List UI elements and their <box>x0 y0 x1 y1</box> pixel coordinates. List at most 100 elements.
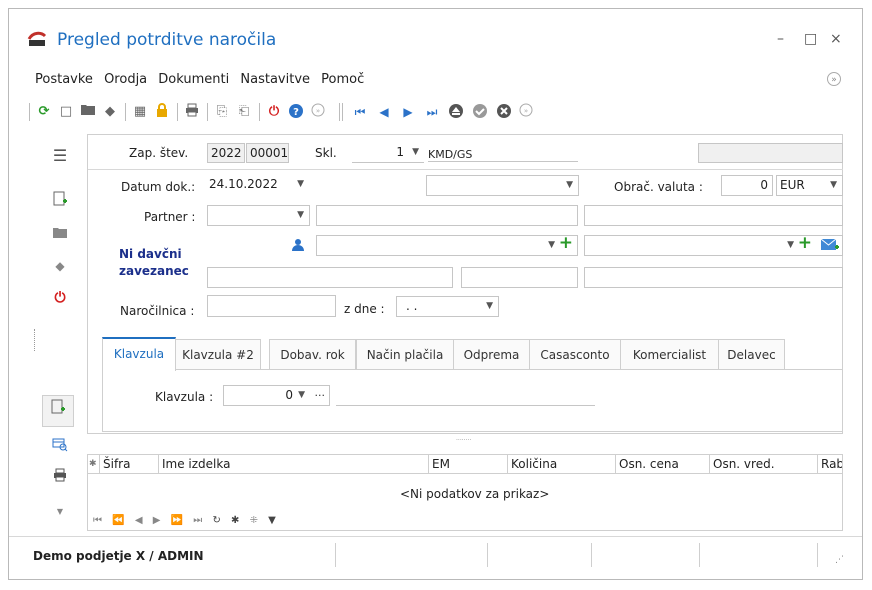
tax-status-label: Ni davčni zavezanec <box>119 246 189 280</box>
menu-pomoc[interactable]: Pomoč <box>321 72 364 87</box>
calculator-icon[interactable]: ▦ <box>131 103 149 121</box>
menu-nastavitve[interactable]: Nastavitve <box>240 72 310 87</box>
nav-append-icon[interactable]: ⁜ <box>250 515 258 526</box>
nav-refresh-icon[interactable]: ↻ <box>212 515 220 526</box>
hamburger-menu-icon[interactable]: ☰ <box>49 145 71 167</box>
currency-value: EUR <box>780 178 805 192</box>
minimize-button[interactable]: – <box>777 31 784 47</box>
chevron-down-icon: ▼ <box>548 240 555 250</box>
paste-icon[interactable]: ⎗ <box>235 103 253 121</box>
nav-prev-page-icon[interactable]: ⏪ <box>112 515 124 526</box>
cancel-icon[interactable] <box>495 103 513 121</box>
add-icon[interactable]: + <box>798 236 812 253</box>
col-osn-cena[interactable]: Osn. cena <box>616 455 710 474</box>
copy-icon[interactable]: ⎘ <box>213 103 231 121</box>
col-rab[interactable]: Rab <box>818 455 842 474</box>
menu-dokumenti[interactable]: Dokumenti <box>158 72 229 87</box>
nav-first-icon[interactable]: ⏮ <box>93 515 102 526</box>
tab-delavec[interactable]: Delavec <box>718 339 785 370</box>
erase-icon[interactable]: ◆ <box>49 255 71 277</box>
address-field[interactable] <box>207 267 453 288</box>
tab-komercialist[interactable]: Komercialist <box>620 339 719 370</box>
svg-text:»: » <box>524 107 528 115</box>
col-osn-vred[interactable]: Osn. vred. <box>710 455 818 474</box>
col-ime-izdelka[interactable]: Ime izdelka <box>159 455 429 474</box>
next-record-icon[interactable]: ▶ <box>399 103 417 121</box>
new-doc-icon[interactable] <box>49 191 71 213</box>
window-title: Pregled potrditve naročila <box>57 30 277 50</box>
postal-field[interactable] <box>461 267 578 288</box>
tab-dobav-rok[interactable]: Dobav. rok <box>269 339 356 370</box>
refresh-icon[interactable]: ⟳ <box>35 103 53 121</box>
add-contact-icon[interactable]: + <box>559 236 573 253</box>
first-record-icon[interactable]: ⏮ <box>351 103 369 121</box>
nav-filter-icon[interactable]: ▼ <box>268 515 276 526</box>
email-add-icon[interactable] <box>820 238 839 255</box>
table-search-icon[interactable] <box>49 437 71 459</box>
previous-record-icon[interactable]: ◀ <box>375 103 393 121</box>
collapse-ribbon-icon[interactable]: » <box>827 72 841 86</box>
new-icon[interactable]: □ <box>57 103 75 121</box>
menu-bar: Postavke Orodja Dokumenti Nastavitve Pom… <box>35 72 371 87</box>
datum-field[interactable]: 24.10.2022 ▼ <box>206 175 309 196</box>
skl-select[interactable]: 1 ▼ <box>352 143 424 163</box>
splitter-handle[interactable]: ········ <box>456 437 471 444</box>
col-kolicina[interactable]: Količina <box>508 455 616 474</box>
power-icon[interactable]: ⏻ <box>49 287 71 309</box>
expand-icon[interactable]: » <box>309 103 327 121</box>
last-record-icon[interactable]: ⏭ <box>423 103 441 121</box>
klavzula-label: Klavzula : <box>155 390 214 404</box>
menu-orodja[interactable]: Orodja <box>104 72 147 87</box>
tab-nacin-placila[interactable]: Način plačila <box>356 339 454 370</box>
main-window: Pregled potrditve naročila – □ × Postavk… <box>8 8 863 580</box>
contact-select[interactable]: ▼ + <box>316 235 578 256</box>
person-icon[interactable] <box>289 238 307 256</box>
svg-text:?: ? <box>293 107 299 118</box>
partner-name-field[interactable] <box>316 205 578 226</box>
nav-insert-icon[interactable]: ✱ <box>231 515 239 526</box>
print-icon[interactable] <box>183 103 201 121</box>
nav-prev-icon[interactable]: ◀ <box>135 515 143 526</box>
erase-icon[interactable]: ◆ <box>101 103 119 121</box>
partner-select[interactable]: ▼ <box>207 205 310 226</box>
menu-postavke[interactable]: Postavke <box>35 72 93 87</box>
expand2-icon[interactable]: » <box>517 103 535 121</box>
folder-icon[interactable] <box>49 223 71 245</box>
app-logo-icon <box>27 31 47 46</box>
ellipsis-button[interactable]: ··· <box>315 386 326 405</box>
print-icon[interactable] <box>49 467 71 489</box>
nav-next-page-icon[interactable]: ⏩ <box>171 515 183 526</box>
maximize-button[interactable]: □ <box>804 31 817 47</box>
partner-extra-field[interactable] <box>584 205 843 226</box>
contact-extra-select[interactable]: ▼ + <box>584 235 843 256</box>
narocilnica-field[interactable] <box>207 295 336 317</box>
currency-select[interactable]: EUR ▼ <box>776 175 843 196</box>
currency-type-select[interactable]: ▼ <box>426 175 579 196</box>
add-row-button[interactable] <box>42 395 74 427</box>
klavzula-panel <box>102 369 843 432</box>
tab-casasconto[interactable]: Casasconto <box>529 339 621 370</box>
tab-klavzula-2[interactable]: Klavzula #2 <box>175 339 261 370</box>
help-icon[interactable]: ? <box>287 103 305 121</box>
obrac-value-field[interactable]: 0 <box>721 175 773 196</box>
eject-icon[interactable] <box>447 103 465 121</box>
close-button[interactable]: × <box>830 31 842 47</box>
confirm-icon[interactable] <box>471 103 489 121</box>
svg-text:»: » <box>316 107 320 115</box>
tab-klavzula[interactable]: Klavzula <box>102 337 176 371</box>
country-field[interactable] <box>584 267 843 288</box>
z-dne-field[interactable]: . . ▼ <box>396 296 499 317</box>
klavzula-select[interactable]: 0 ▼ ··· <box>223 385 330 406</box>
resize-grip-icon[interactable]: ⋰ <box>835 555 844 565</box>
tab-odprema[interactable]: Odprema <box>453 339 530 370</box>
nav-last-icon[interactable]: ⏭ <box>193 515 202 526</box>
dropdown-arrow-icon[interactable]: ▼ <box>49 501 71 523</box>
zap-number-field: 00001 <box>246 143 289 163</box>
power-icon[interactable]: ⏻ <box>265 103 283 121</box>
folder-icon[interactable] <box>79 103 97 121</box>
lock-icon[interactable] <box>153 103 171 121</box>
col-em[interactable]: EM <box>429 455 508 474</box>
status-field <box>698 143 843 163</box>
nav-next-icon[interactable]: ▶ <box>153 515 161 526</box>
col-sifra[interactable]: Šifra <box>100 455 159 474</box>
